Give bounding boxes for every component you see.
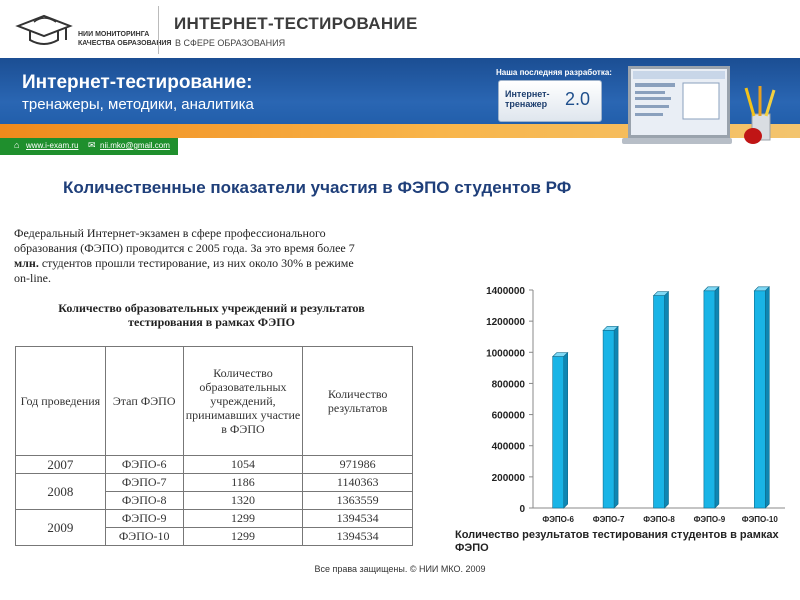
bar-side	[613, 325, 619, 509]
bar	[703, 290, 716, 509]
brand-subtitle: В СФЕРЕ ОБРАЗОВАНИЯ	[175, 38, 286, 48]
home-icon: ⌂	[14, 140, 20, 150]
x-tick-label: ФЭПО-10	[742, 515, 779, 524]
bar-side	[563, 351, 568, 509]
cell-stage: ФЭПО-6	[104, 455, 184, 474]
cell-stage: ФЭПО-8	[104, 491, 184, 510]
table-caption-line2: тестирования в рамках ФЭПО	[128, 315, 295, 329]
results-bar-chart: 0 200000 400000 600000 800000 1000000 1200000 1…	[486, 286, 785, 524]
cell-results: 1363559	[302, 491, 413, 510]
bar	[653, 295, 665, 509]
bar	[753, 290, 766, 509]
x-tick-label: ФЭПО-6	[542, 515, 574, 524]
brand-title: ИНТЕРНЕТ-ТЕСТИРОВАНИЕ	[174, 14, 418, 33]
paragraph-text-1: Федеральный Интернет-экзамен в сфере про…	[14, 226, 355, 255]
mail-icon: ✉	[88, 140, 96, 150]
paragraph-bold: млн.	[14, 256, 39, 270]
intro-paragraph: Федеральный Интернет-экзамен в сфере про…	[14, 226, 369, 286]
promo-name-line2: тренажер	[505, 99, 548, 109]
cell-stage: ФЭПО-10	[104, 527, 184, 546]
x-tick-label: ФЭПО-7	[593, 515, 625, 524]
cell-year: 2008	[15, 473, 106, 510]
header-divider	[158, 6, 159, 54]
y-tick-label: 1400000	[486, 286, 525, 297]
cell-institutions: 1320	[182, 491, 304, 510]
table-caption: Количество образовательных учреждений и …	[14, 301, 409, 329]
promo-trainer-button[interactable]: Интернет- тренажер 2.0	[498, 80, 602, 122]
page-headline: Количественные показатели участия в ФЭПО…	[63, 178, 572, 197]
banner-title: Интернет-тестирование:	[22, 72, 253, 93]
cell-results: 1140363	[302, 473, 413, 492]
cell-institutions: 1299	[182, 527, 304, 546]
copyright-footer: Все права защищены. © НИИ МКО. 2009	[314, 564, 486, 574]
y-tick-label: 600000	[492, 411, 526, 422]
header-results: Количество результатов	[302, 346, 413, 456]
table-row: 2007 ФЭПО-6 1054 971986	[15, 455, 413, 474]
cell-institutions: 1186	[182, 473, 304, 492]
email-link[interactable]: nii.mko@gmail.com	[100, 141, 170, 150]
cell-year: 2009	[15, 509, 106, 546]
cell-institutions: 1054	[182, 455, 304, 474]
promo-name-line1: Интернет-	[505, 89, 550, 99]
y-tick-label: 1200000	[486, 317, 525, 328]
table-row: 2009 ФЭПО-9 1299 1394534	[15, 509, 413, 546]
y-tick-label: 400000	[492, 442, 526, 453]
header-institutions: Количество образовательных учреждений, п…	[182, 346, 304, 456]
header-year: Год проведения	[15, 346, 106, 456]
x-tick-label: ФЭПО-8	[643, 515, 675, 524]
y-tick-label: 200000	[492, 473, 526, 484]
table-caption-line1: Количество образовательных учреждений и …	[58, 301, 365, 315]
banner-subtitle: тренажеры, методики, аналитика	[22, 96, 254, 113]
results-table: Год проведения Этап ФЭПО Количество обра…	[15, 346, 413, 546]
laptop-base	[622, 138, 732, 144]
laptop-screen	[628, 66, 730, 138]
apple-icon	[744, 128, 762, 144]
cell-institutions: 1299	[182, 509, 304, 528]
graduation-cap-logo-icon	[15, 14, 73, 45]
bar-side	[764, 286, 770, 509]
y-tick-label: 0	[519, 504, 525, 515]
cell-year: 2007	[15, 455, 106, 474]
bar-side	[664, 290, 669, 509]
table-row: 2008 ФЭПО-7 1186 1140363	[15, 473, 413, 510]
table-header-row: Год проведения Этап ФЭПО Количество обра…	[15, 346, 413, 456]
bar	[602, 330, 615, 509]
promo-version: 2.0	[565, 89, 591, 109]
chart-caption: Количество результатов тестирования студ…	[455, 529, 779, 554]
cell-stage: ФЭПО-7	[104, 473, 184, 492]
promo-name: Интернет- тренажер	[505, 89, 550, 109]
paragraph-text-2: студентов прошли тестирование, из них ок…	[14, 256, 354, 285]
header-stage: Этап ФЭПО	[104, 346, 184, 456]
x-tick-label: ФЭПО-9	[694, 515, 726, 524]
y-tick-label: 1000000	[486, 348, 525, 359]
promo-label: Наша последняя разработка:	[496, 68, 612, 77]
cell-results: 1394534	[302, 527, 413, 546]
cell-results: 1394534	[302, 509, 413, 528]
laptop-icon	[622, 66, 732, 146]
cell-stage: ФЭПО-9	[104, 509, 184, 528]
screen-content-icon	[633, 71, 725, 120]
top-header: НИИ МОНИТОРИНГА КАЧЕСТВА ОБРАЗОВАНИЯ ИНТ…	[0, 0, 800, 58]
cell-results: 971986	[302, 455, 413, 474]
site-link[interactable]: www.i-exam.ru	[26, 141, 78, 150]
bar-side	[714, 286, 720, 509]
bar	[552, 356, 564, 509]
y-tick-label: 800000	[492, 379, 526, 390]
